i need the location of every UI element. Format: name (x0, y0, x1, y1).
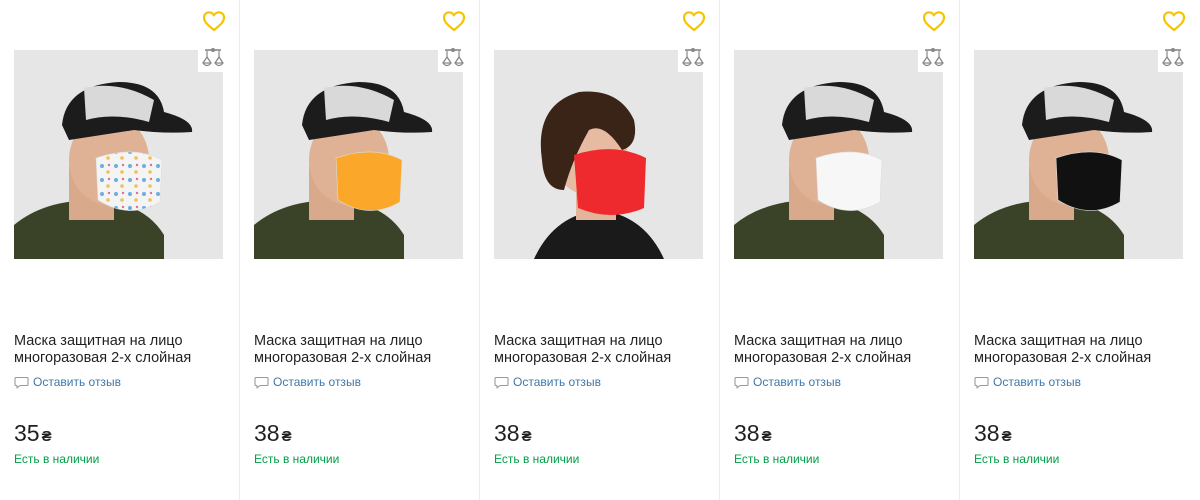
product-price: 38 ₴ (734, 420, 772, 447)
availability-status: Есть в наличии (494, 452, 580, 466)
comment-icon (734, 376, 749, 389)
product-price: 38 ₴ (254, 420, 292, 447)
product-card[interactable]: Маска защитная на лицо многоразовая 2-х … (0, 0, 240, 500)
leave-review-link[interactable]: Оставить отзыв (254, 374, 361, 390)
product-card[interactable]: Маска защитная на лицо многоразовая 2-х … (720, 0, 960, 500)
leave-review-label[interactable]: Оставить отзыв (993, 375, 1081, 389)
favorite-heart-icon[interactable] (442, 10, 466, 32)
compare-scales-icon[interactable] (1158, 46, 1188, 72)
product-image[interactable] (14, 50, 223, 259)
currency-symbol: ₴ (1001, 428, 1012, 445)
product-card[interactable]: Маска защитная на лицо многоразовая 2-х … (240, 0, 480, 500)
leave-review-label[interactable]: Оставить отзыв (273, 375, 361, 389)
leave-review-label[interactable]: Оставить отзыв (513, 375, 601, 389)
product-price: 35 ₴ (14, 420, 52, 447)
product-card[interactable]: Маска защитная на лицо многоразовая 2-х … (480, 0, 720, 500)
product-title[interactable]: Маска защитная на лицо многоразовая 2-х … (974, 333, 1186, 367)
compare-scales-icon[interactable] (918, 46, 948, 72)
compare-scales-icon[interactable] (438, 46, 468, 72)
currency-symbol: ₴ (761, 428, 772, 445)
product-title[interactable]: Маска защитная на лицо многоразовая 2-х … (734, 333, 946, 367)
product-title[interactable]: Маска защитная на лицо многоразовая 2-х … (254, 333, 466, 367)
product-grid: Маска защитная на лицо многоразовая 2-х … (0, 0, 1200, 500)
price-value: 38 (974, 420, 1000, 446)
product-title[interactable]: Маска защитная на лицо многоразовая 2-х … (14, 333, 226, 367)
availability-status: Есть в наличии (14, 452, 100, 466)
availability-status: Есть в наличии (254, 452, 340, 466)
availability-status: Есть в наличии (974, 452, 1060, 466)
comment-icon (254, 376, 269, 389)
product-image[interactable] (254, 50, 463, 259)
product-card[interactable]: Маска защитная на лицо многоразовая 2-х … (960, 0, 1200, 500)
product-image[interactable] (494, 50, 703, 259)
comment-icon (494, 376, 509, 389)
leave-review-link[interactable]: Оставить отзыв (974, 374, 1081, 390)
currency-symbol: ₴ (41, 428, 52, 445)
favorite-heart-icon[interactable] (202, 10, 226, 32)
price-value: 38 (734, 420, 760, 446)
leave-review-link[interactable]: Оставить отзыв (14, 374, 121, 390)
comment-icon (974, 376, 989, 389)
leave-review-link[interactable]: Оставить отзыв (494, 374, 601, 390)
product-title[interactable]: Маска защитная на лицо многоразовая 2-х … (494, 333, 706, 367)
currency-symbol: ₴ (521, 428, 532, 445)
compare-scales-icon[interactable] (198, 46, 228, 72)
favorite-heart-icon[interactable] (682, 10, 706, 32)
leave-review-label[interactable]: Оставить отзыв (33, 375, 121, 389)
product-price: 38 ₴ (494, 420, 532, 447)
price-value: 35 (14, 420, 40, 446)
product-image[interactable] (734, 50, 943, 259)
product-price: 38 ₴ (974, 420, 1012, 447)
comment-icon (14, 376, 29, 389)
compare-scales-icon[interactable] (678, 46, 708, 72)
price-value: 38 (494, 420, 520, 446)
leave-review-link[interactable]: Оставить отзыв (734, 374, 841, 390)
favorite-heart-icon[interactable] (1162, 10, 1186, 32)
product-image[interactable] (974, 50, 1183, 259)
price-value: 38 (254, 420, 280, 446)
leave-review-label[interactable]: Оставить отзыв (753, 375, 841, 389)
favorite-heart-icon[interactable] (922, 10, 946, 32)
currency-symbol: ₴ (281, 428, 292, 445)
availability-status: Есть в наличии (734, 452, 820, 466)
